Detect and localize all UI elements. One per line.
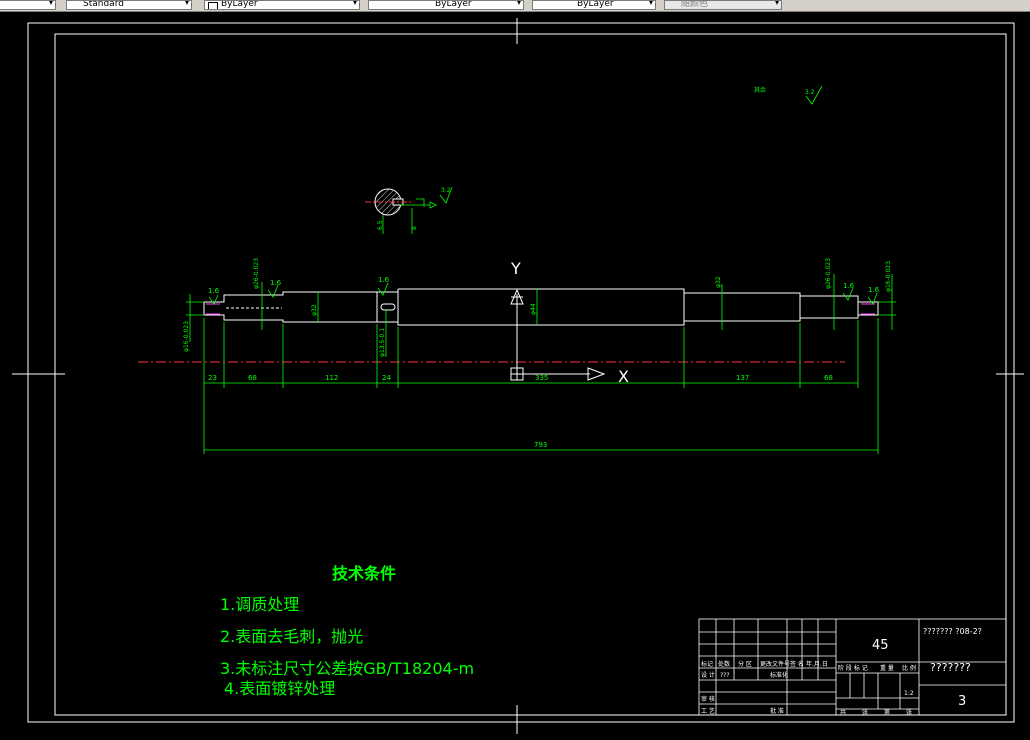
- drawing-canvas[interactable]: 3.2 6.5 8 其余 3.2 1.6 1.6 1.6 1.6 1.6 φ16…: [0, 12, 1030, 740]
- notes-title: 技术条件: [332, 564, 396, 583]
- svg-text:设 计: 设 计: [701, 671, 715, 679]
- svg-text:张: 张: [862, 708, 868, 716]
- roughness-5: 1.6: [868, 286, 880, 294]
- chevron-down-icon[interactable]: ▾: [775, 1, 779, 7]
- svg-text:共: 共: [840, 708, 846, 716]
- keyway-depth-label: φ13.5-0.1: [379, 328, 386, 357]
- svg-text:批 准: 批 准: [770, 707, 784, 715]
- title-block-text: 标记 处数 分 区 更改文件号 签 名 年.月.日 设 计 ??? 标准化 阶 …: [701, 660, 916, 716]
- dim-112: 112: [325, 374, 338, 382]
- section-view[interactable]: [365, 188, 412, 216]
- svg-text:???: ???: [720, 672, 730, 679]
- svg-text:标准化: 标准化: [770, 671, 788, 679]
- shaft-outline[interactable]: [203, 288, 879, 326]
- dia-label-1: φ16-0.023: [183, 321, 190, 352]
- scale-value: 1:2: [904, 690, 914, 697]
- lineweight-select[interactable]: ByLayer ▾: [532, 0, 656, 10]
- note-item-4: 4.表面镀锌处理: [224, 679, 335, 698]
- chevron-down-icon[interactable]: ▾: [185, 1, 189, 7]
- svg-text:更改文件号: 更改文件号: [760, 660, 790, 668]
- text-style-select[interactable]: Standard ▾: [66, 0, 192, 10]
- dim-23: 23: [208, 374, 217, 382]
- dim-335: 335: [535, 374, 548, 382]
- roughness-general-label: 其余: [754, 86, 766, 94]
- svg-text:张: 张: [906, 708, 912, 716]
- section-roughness-value: 3.2: [441, 187, 451, 194]
- roughness-1: 1.6: [208, 287, 220, 295]
- note-item-1: 1.调质处理: [220, 595, 299, 614]
- chevron-down-icon[interactable]: ▾: [649, 1, 653, 7]
- dim-68-right: 68: [824, 374, 833, 382]
- svg-text:比 例: 比 例: [902, 664, 916, 672]
- svg-text:工 艺: 工 艺: [701, 707, 715, 715]
- ucs-icon: [510, 288, 606, 381]
- dia-label-3: φ32: [311, 304, 318, 316]
- section-dim-2: 8: [411, 226, 418, 230]
- keyway-slot[interactable]: [380, 303, 396, 311]
- axis-y-label: Y: [510, 259, 521, 278]
- note-item-2: 2.表面去毛刺，抛光: [220, 627, 363, 646]
- linetype-select[interactable]: ByLayer ▾: [368, 0, 524, 10]
- material-value: 45: [872, 638, 889, 653]
- dia-label-6: φ26-0.023: [825, 258, 832, 289]
- plot-style-select[interactable]: 随颜色 ▾: [664, 0, 782, 10]
- toolbar: ▾ Standard ▾ ByLayer ▾ ByLayer ▾ ByLayer ▾ 随…: [0, 0, 1030, 12]
- dim-137: 137: [736, 374, 749, 382]
- roughness-4: 1.6: [843, 282, 855, 290]
- diameter-dimension-lines: [186, 274, 896, 357]
- part-name: ???????: [930, 661, 971, 674]
- roughness-3: 1.6: [378, 276, 390, 284]
- svg-text:标记: 标记: [701, 660, 713, 668]
- roughness-general-value: 3.2: [805, 89, 815, 96]
- dim-68-left: 68: [248, 374, 257, 382]
- chamfer-marks: [206, 303, 875, 315]
- svg-text:年.月.日: 年.月.日: [806, 660, 828, 668]
- roughness-2: 1.6: [270, 279, 282, 287]
- chevron-down-icon[interactable]: ▾: [517, 1, 521, 7]
- drawing-number: ??????? ?08-2?: [923, 627, 982, 636]
- dia-label-4: φ44: [530, 303, 537, 315]
- dim-total: 793: [534, 441, 547, 449]
- length-dimension-lines: [203, 318, 879, 454]
- svg-text:处数: 处数: [718, 660, 730, 668]
- dia-label-2: φ26-0.023: [253, 258, 260, 289]
- dia-label-5: φ32: [715, 276, 722, 288]
- length-dimension-values: 23 68 112 24 335 137 68 793: [208, 374, 833, 449]
- svg-text:审 核: 审 核: [701, 695, 715, 703]
- centering-marks: [12, 18, 1024, 734]
- chevron-down-icon[interactable]: ▾: [353, 1, 357, 7]
- section-dim-1: 6.5: [377, 220, 384, 230]
- color-swatch-icon: [208, 2, 218, 9]
- dim-24: 24: [382, 374, 391, 382]
- sheet-number: 3: [958, 694, 966, 709]
- text-style-combo[interactable]: ▾: [0, 0, 56, 10]
- dia-label-7: φ16-0.023: [885, 261, 892, 292]
- svg-text:重 量: 重 量: [880, 664, 894, 672]
- chevron-down-icon[interactable]: ▾: [49, 1, 53, 7]
- note-item-3: 3.未标注尺寸公差按GB/T18204-m: [220, 659, 474, 678]
- svg-text:第: 第: [884, 708, 890, 716]
- layer-color-select[interactable]: ByLayer ▾: [204, 0, 360, 10]
- svg-text:阶 段 标 记: 阶 段 标 记: [838, 664, 868, 672]
- outer-frame: [27, 22, 1015, 723]
- svg-text:签 名: 签 名: [790, 660, 804, 668]
- svg-text:分 区: 分 区: [738, 660, 752, 668]
